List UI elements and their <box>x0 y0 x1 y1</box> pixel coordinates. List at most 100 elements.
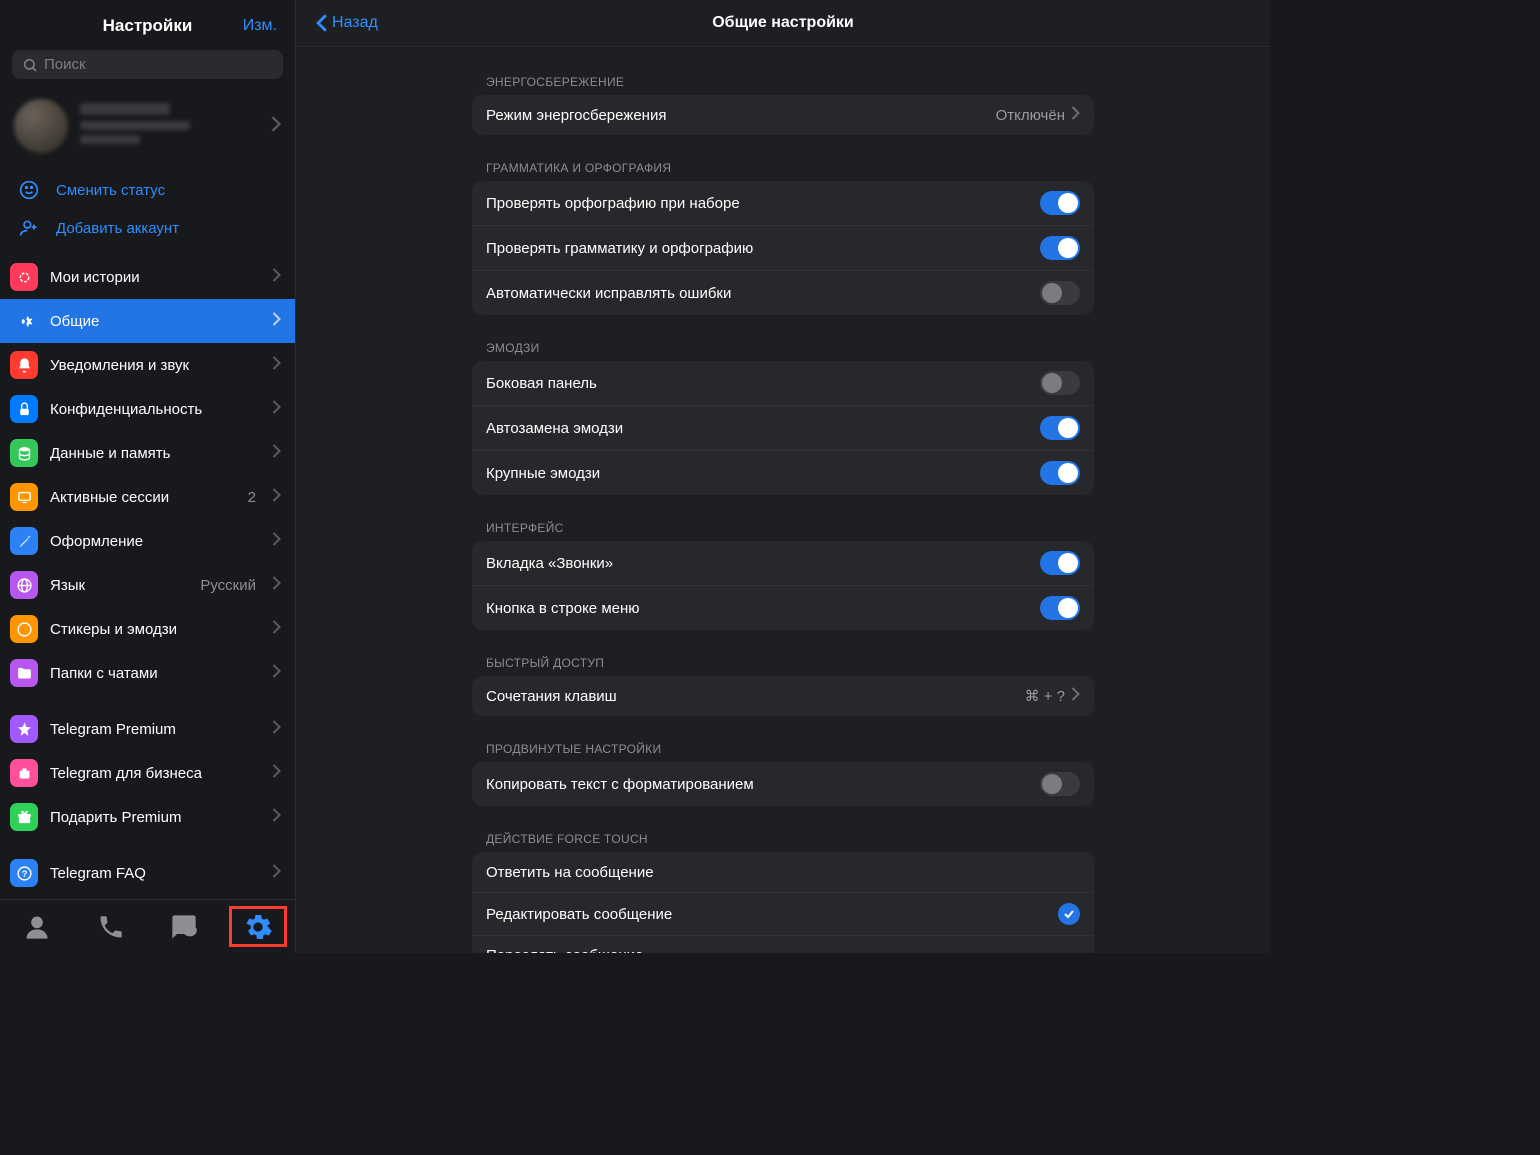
sidebar-item-label: Папки с чатами <box>50 665 260 682</box>
toggle[interactable] <box>1040 191 1080 215</box>
row-value: Отключён <box>996 107 1065 124</box>
bell-icon <box>10 351 38 379</box>
toggle[interactable] <box>1040 551 1080 575</box>
sidebar-item-faq[interactable]: ? Telegram FAQ <box>0 851 295 895</box>
change-status-button[interactable]: Сменить статус <box>0 171 295 209</box>
sidebar-item-lock[interactable]: Конфиденциальность <box>0 387 295 431</box>
settings-row[interactable]: Редактировать сообщение <box>472 892 1094 935</box>
toggle[interactable] <box>1040 416 1080 440</box>
row-label: Копировать текст с форматированием <box>486 776 1040 793</box>
settings-row[interactable]: Режим энергосбереженияОтключён <box>472 95 1094 135</box>
sidebar-item-stories[interactable]: Мои истории <box>0 255 295 299</box>
toggle[interactable] <box>1040 371 1080 395</box>
settings-row: Крупные эмодзи <box>472 450 1094 495</box>
settings-row[interactable]: Переслать сообщение <box>472 935 1094 953</box>
gear-icon <box>10 307 38 335</box>
sidebar-item-gift[interactable]: Подарить Premium <box>0 795 295 839</box>
row-label: Проверять орфографию при наборе <box>486 195 1040 212</box>
sidebar-item-folder[interactable]: Папки с чатами <box>0 651 295 695</box>
search-placeholder: Поиск <box>44 56 86 73</box>
sidebar-item-label: Telegram для бизнеса <box>50 765 260 782</box>
edit-button[interactable]: Изм. <box>243 17 277 35</box>
sidebar-item-label: Уведомления и звук <box>50 357 260 374</box>
toggle[interactable] <box>1040 236 1080 260</box>
row-label: Переслать сообщение <box>486 947 1080 953</box>
main-header: Назад Общие настройки <box>296 0 1270 47</box>
add-person-icon <box>18 218 40 238</box>
sidebar: Настройки Изм. Поиск Сменить стату <box>0 0 296 953</box>
row-label: Крупные эмодзи <box>486 465 1040 482</box>
settings-row: Проверять грамматику и орфографию <box>472 225 1094 270</box>
tab-chats[interactable] <box>148 900 222 953</box>
sidebar-item-label: Telegram Premium <box>50 721 260 738</box>
chevron-right-icon <box>272 268 281 286</box>
biz-icon <box>10 759 38 787</box>
toggle[interactable] <box>1040 281 1080 305</box>
settings-group-forcetouch: Ответить на сообщение Редактировать сообщ… <box>472 852 1094 953</box>
sidebar-item-label: Telegram FAQ <box>50 865 260 882</box>
back-button[interactable]: Назад <box>316 14 378 32</box>
section-header-forcetouch: ДЕЙСТВИЕ FORCE TOUCH <box>472 824 1094 852</box>
chevron-right-icon <box>272 620 281 638</box>
sidebar-item-label: Активные сессии <box>50 489 236 506</box>
settings-row: Проверять орфографию при наборе <box>472 181 1094 225</box>
row-label: Вкладка «Звонки» <box>486 555 1040 572</box>
avatar <box>14 99 68 153</box>
faq-icon: ? <box>10 859 38 887</box>
toggle[interactable] <box>1040 461 1080 485</box>
svg-text:?: ? <box>21 869 27 879</box>
row-value: ⌘ + ? <box>1025 687 1065 705</box>
toggle[interactable] <box>1040 772 1080 796</box>
chevron-right-icon <box>272 864 281 882</box>
row-label: Ответить на сообщение <box>486 864 1080 881</box>
settings-row[interactable]: Ответить на сообщение <box>472 852 1094 892</box>
sidebar-item-label: Данные и память <box>50 445 260 462</box>
add-account-label: Добавить аккаунт <box>56 220 179 237</box>
sidebar-item-biz[interactable]: Telegram для бизнеса <box>0 751 295 795</box>
section-header-emoji: ЭМОДЗИ <box>472 333 1094 361</box>
chevron-right-icon <box>272 444 281 462</box>
chevron-right-icon <box>1071 687 1080 705</box>
settings-group-quickaccess: Сочетания клавиш⌘ + ? <box>472 676 1094 716</box>
profile-row[interactable] <box>0 89 295 167</box>
chevron-right-icon <box>272 808 281 826</box>
tabbar <box>0 899 295 953</box>
change-status-label: Сменить статус <box>56 182 165 199</box>
sidebar-item-sticker[interactable]: Стикеры и эмодзи <box>0 607 295 651</box>
star-icon <box>10 715 38 743</box>
tab-calls[interactable] <box>74 900 148 953</box>
main-title: Общие настройки <box>712 14 854 32</box>
row-label: Боковая панель <box>486 375 1040 392</box>
section-header-grammar: ГРАММАТИКА И ОРФОГРАФИЯ <box>472 153 1094 181</box>
add-account-button[interactable]: Добавить аккаунт <box>0 209 295 247</box>
row-label: Сочетания клавиш <box>486 688 1025 705</box>
search-input[interactable]: Поиск <box>12 50 283 79</box>
tab-settings[interactable] <box>221 900 295 953</box>
sidebar-item-label: Мои истории <box>50 269 260 286</box>
section-header-interface: ИНТЕРФЕЙС <box>472 513 1094 541</box>
row-label: Автозамена эмодзи <box>486 420 1040 437</box>
settings-group-advanced: Копировать текст с форматированием <box>472 762 1094 806</box>
gift-icon <box>10 803 38 831</box>
chevron-right-icon <box>271 116 281 137</box>
profile-phone <box>80 121 190 130</box>
sidebar-item-gear[interactable]: Общие <box>0 299 295 343</box>
sidebar-item-label: Язык <box>50 577 188 594</box>
sidebar-item-bell[interactable]: Уведомления и звук <box>0 343 295 387</box>
row-label: Проверять грамматику и орфографию <box>486 240 1040 257</box>
toggle[interactable] <box>1040 596 1080 620</box>
chevron-right-icon <box>272 720 281 738</box>
sidebar-item-brush[interactable]: Оформление <box>0 519 295 563</box>
sidebar-item-globe[interactable]: ЯзыкРусский <box>0 563 295 607</box>
settings-row: Кнопка в строке меню <box>472 585 1094 630</box>
settings-row[interactable]: Сочетания клавиш⌘ + ? <box>472 676 1094 716</box>
sidebar-item-sessions[interactable]: Активные сессии2 <box>0 475 295 519</box>
sticker-icon <box>10 615 38 643</box>
sidebar-item-star[interactable]: Telegram Premium <box>0 707 295 751</box>
settings-group-emoji: Боковая панель Автозамена эмодзи Крупные э… <box>472 361 1094 495</box>
sidebar-item-label: Подарить Premium <box>50 809 260 826</box>
row-label: Автоматически исправлять ошибки <box>486 285 1040 302</box>
settings-row: Автоматически исправлять ошибки <box>472 270 1094 315</box>
tab-contacts[interactable] <box>0 900 74 953</box>
sidebar-item-data[interactable]: Данные и память <box>0 431 295 475</box>
